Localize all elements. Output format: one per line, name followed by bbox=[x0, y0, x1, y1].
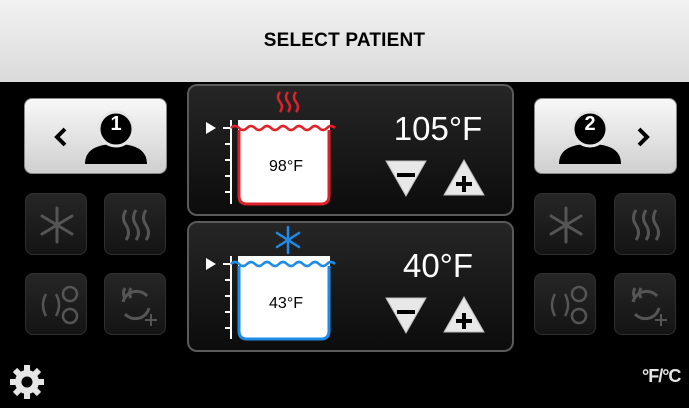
page-title: SELECT PATIENT bbox=[263, 30, 426, 51]
cooling-setpoint: 40°F bbox=[402, 247, 474, 284]
heat-icon bbox=[276, 91, 300, 113]
cooling-increase-button[interactable] bbox=[442, 295, 486, 335]
patient-2-number: 2 bbox=[584, 113, 596, 135]
heat-icon bbox=[632, 209, 660, 241]
snowflake-icon bbox=[275, 225, 301, 255]
cooling-water-temp: 43°F bbox=[269, 295, 303, 312]
cool-mode-button-right[interactable] bbox=[534, 193, 596, 255]
chevron-left-icon bbox=[54, 127, 67, 147]
snowflake-icon bbox=[40, 206, 74, 244]
heating-increase-button[interactable] bbox=[442, 158, 486, 198]
patient-2-icon bbox=[559, 110, 650, 164]
heating-zone-panel: 98°F 105°F bbox=[187, 84, 514, 216]
gear-icon[interactable] bbox=[7, 362, 47, 402]
cycle-icon bbox=[631, 287, 667, 326]
heating-decrease-button[interactable] bbox=[384, 158, 428, 198]
sync-mode-button-right[interactable] bbox=[534, 273, 596, 335]
patient-1-number: 1 bbox=[110, 113, 122, 135]
snowflake-icon bbox=[549, 206, 583, 244]
patient-2-button[interactable]: 2 bbox=[534, 98, 677, 174]
page-header: SELECT PATIENT bbox=[0, 0, 689, 82]
heat-icon bbox=[122, 209, 150, 241]
cool-mode-button-left[interactable] bbox=[25, 193, 87, 255]
cycle-mode-button-left[interactable] bbox=[104, 273, 166, 335]
heating-setpoint: 105°F bbox=[393, 110, 483, 147]
cycle-icon bbox=[121, 287, 157, 326]
cycle-mode-button-right[interactable] bbox=[614, 273, 676, 335]
heat-mode-button-right[interactable] bbox=[614, 193, 676, 255]
cooling-decrease-button[interactable] bbox=[384, 295, 428, 335]
heating-water-temp: 98°F bbox=[269, 158, 303, 175]
sync-mode-button-left[interactable] bbox=[25, 273, 87, 335]
chevron-right-icon bbox=[637, 127, 650, 147]
patient-1-icon bbox=[54, 110, 147, 164]
heat-mode-button-left[interactable] bbox=[104, 193, 166, 255]
patient-1-button[interactable]: 1 bbox=[24, 98, 167, 174]
cooling-zone-panel: 43°F 40°F bbox=[187, 221, 514, 352]
heat-cool-transfer-icon bbox=[41, 285, 79, 325]
units-toggle-button[interactable]: °F/°C bbox=[642, 366, 688, 402]
heat-cool-transfer-icon bbox=[550, 285, 588, 325]
